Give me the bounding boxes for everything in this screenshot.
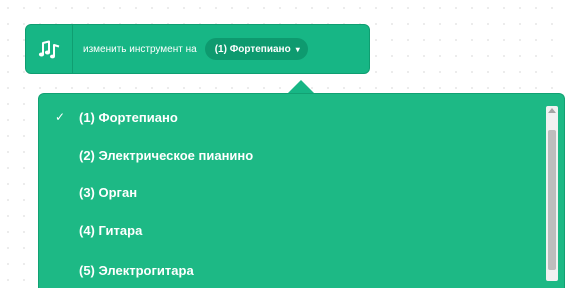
- menu-item-electric-piano[interactable]: (2) Электрическое пианино: [39, 140, 538, 170]
- menu-item-piano[interactable]: ✓ (1) Фортепиано: [39, 102, 538, 132]
- menu-item-label: (1) Фортепиано: [79, 109, 178, 125]
- menu-item-guitar[interactable]: (4) Гитара: [39, 215, 538, 245]
- block-label: изменить инструмент на: [83, 43, 197, 55]
- instrument-menu: ✓ (1) Фортепиано (2) Электрическое пиани…: [38, 93, 565, 288]
- menu-scrollbar[interactable]: [546, 106, 558, 281]
- menu-item-label: (4) Гитара: [79, 222, 143, 238]
- caret-down-icon: ▾: [295, 44, 300, 54]
- instrument-dropdown[interactable]: (1) Фортепиано ▾: [204, 38, 308, 60]
- dropdown-pointer: [287, 80, 315, 94]
- menu-item-label: (2) Электрическое пианино: [79, 147, 254, 163]
- scroll-up-arrow-icon[interactable]: [548, 108, 556, 113]
- menu-item-label: (3) Орган: [79, 184, 138, 200]
- set-instrument-block[interactable]: изменить инструмент на (1) Фортепиано ▾: [25, 24, 370, 74]
- music-notes-icon: [26, 25, 73, 73]
- instrument-dropdown-value: (1) Фортепиано: [214, 43, 291, 55]
- scrollbar-thumb[interactable]: [548, 130, 556, 270]
- menu-item-electric-guitar[interactable]: (5) Электрогитара: [39, 255, 538, 285]
- menu-item-label: (5) Электрогитара: [79, 262, 194, 278]
- check-icon: ✓: [55, 110, 66, 124]
- menu-item-organ[interactable]: (3) Орган: [39, 177, 538, 207]
